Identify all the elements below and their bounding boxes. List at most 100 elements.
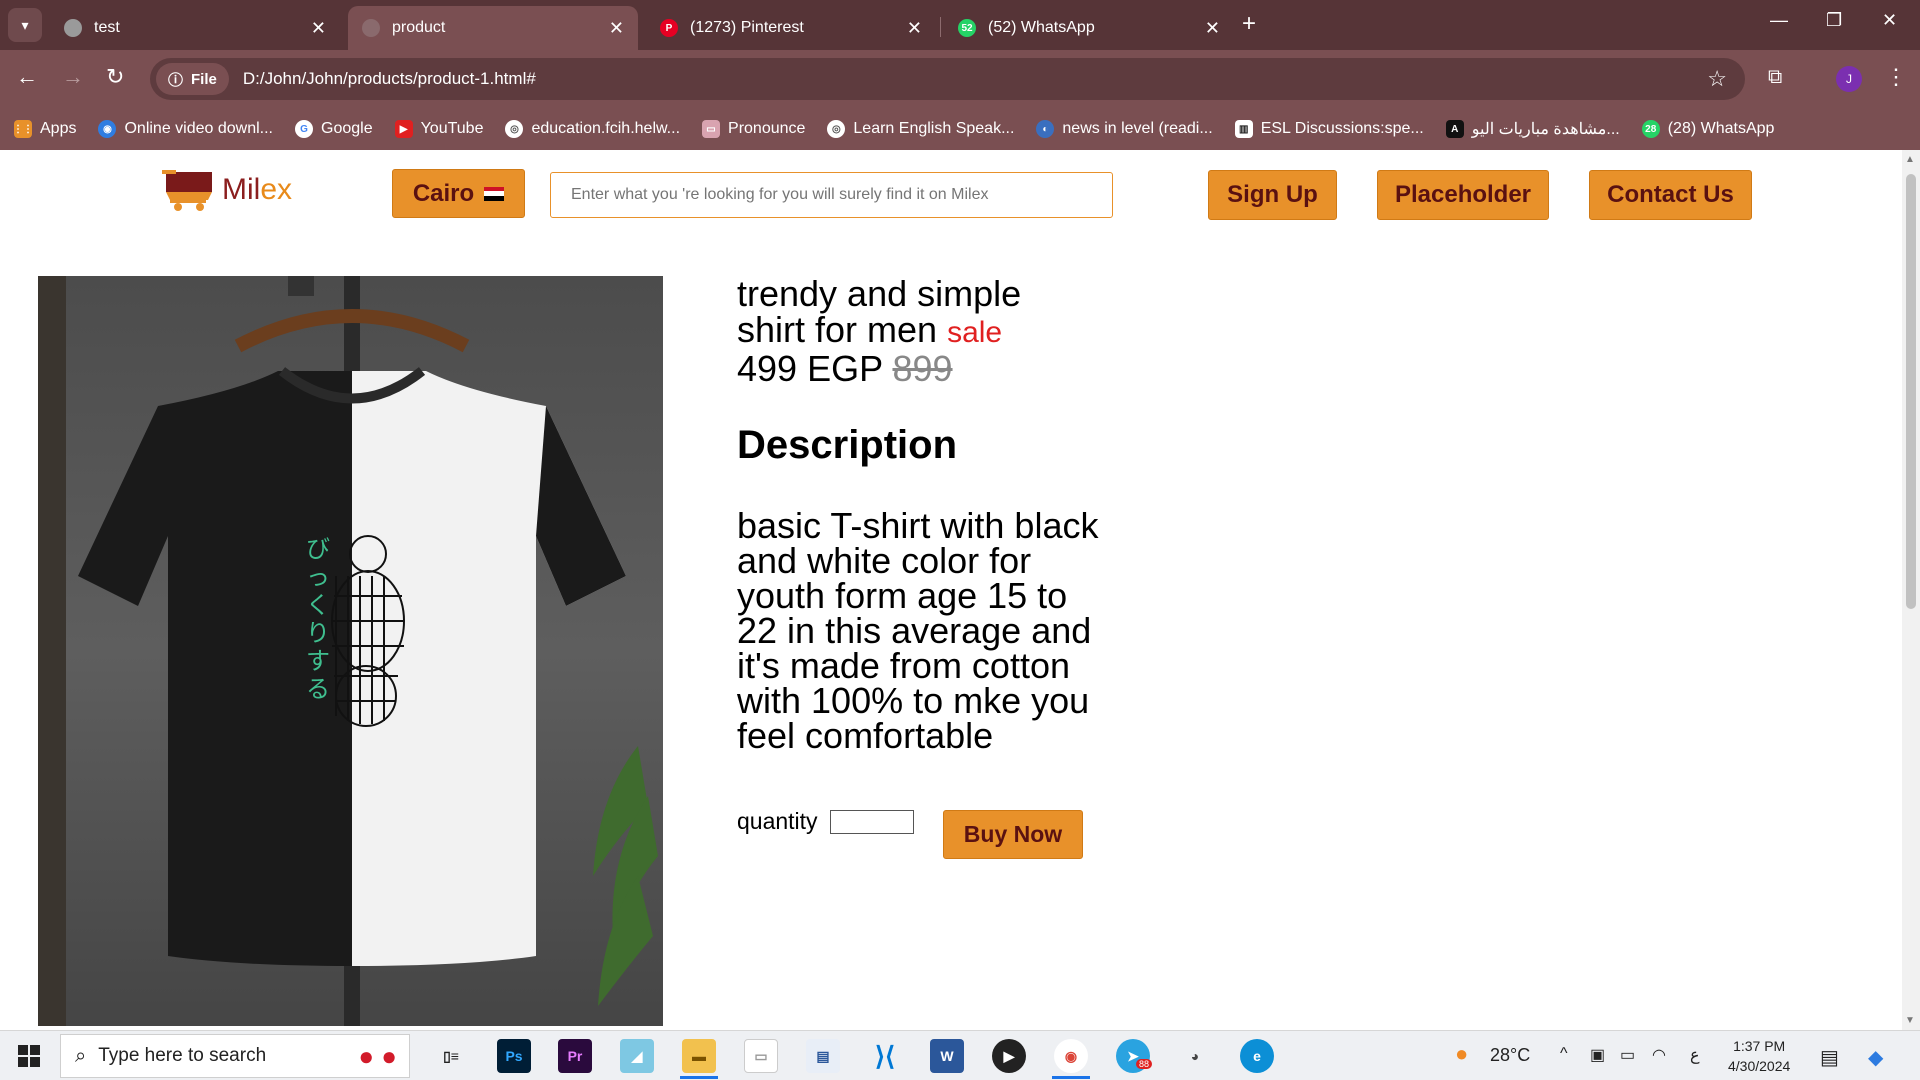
google-icon: G <box>295 120 313 138</box>
weather-icon: ● <box>1455 1041 1469 1066</box>
bookmark-sports[interactable]: A مشاهدة مباريات اليو... <box>1445 119 1620 139</box>
input-language[interactable]: ع <box>1690 1045 1700 1065</box>
edge-icon[interactable]: e <box>1240 1039 1274 1073</box>
site-info-chip[interactable]: ⓘ File <box>156 63 229 95</box>
product-price: 499 EGP <box>737 348 883 389</box>
clock[interactable]: 1:37 PM 4/30/2024 <box>1728 1036 1790 1076</box>
bookmark-video-downloader[interactable]: ◉ Online video downl... <box>98 120 273 138</box>
app-icon[interactable]: ◢ <box>620 1039 654 1073</box>
city-label: Cairo <box>412 179 475 207</box>
copilot-icon[interactable]: ◆ <box>1868 1045 1883 1070</box>
clock-date: 4/30/2024 <box>1728 1058 1791 1074</box>
logo-wordmark: Milex <box>222 173 292 207</box>
media-player-icon[interactable]: ▶ <box>992 1039 1026 1073</box>
tab-title: (1273) Pinterest <box>690 19 804 36</box>
egypt-flag-icon <box>484 186 505 201</box>
contact-us-button[interactable]: Contact Us <box>1589 170 1752 220</box>
tab-product[interactable]: product ✕ <box>348 6 638 50</box>
sale-badge: sale <box>947 316 1003 349</box>
esl-icon: ▥ <box>1234 120 1253 138</box>
tray-chevron-icon[interactable]: ^ <box>1560 1045 1568 1063</box>
site-logo[interactable]: Milex <box>160 168 292 212</box>
bookmark-pronounce[interactable]: ▭ Pronounce <box>702 120 805 138</box>
extensions-icon[interactable]: ⧉ <box>1768 66 1782 89</box>
close-icon[interactable]: ✕ <box>311 18 326 39</box>
tab-pinterest[interactable]: P (1273) Pinterest ✕ <box>646 6 936 50</box>
tab-test[interactable]: test ✕ <box>50 6 340 50</box>
scroll-up-icon[interactable]: ▲ <box>1905 154 1915 165</box>
forward-icon[interactable]: → <box>62 64 84 90</box>
close-icon[interactable]: ✕ <box>609 18 624 39</box>
url-text[interactable]: D:/John/John/products/product-1.html# <box>243 69 536 89</box>
minimize-icon[interactable]: — <box>1770 10 1788 31</box>
tab-title: product <box>392 19 446 36</box>
taskbar-search-box[interactable]: ⌕ Type here to search ● ● <box>60 1034 410 1078</box>
bookmark-label: ESL Discussions:spe... <box>1260 120 1424 137</box>
new-tab-button[interactable]: + <box>1242 10 1256 38</box>
bookmark-label: news in level (readi... <box>1062 120 1213 137</box>
document-icon[interactable]: ▤ <box>806 1039 840 1073</box>
product-image: びっくりする <box>38 276 663 1026</box>
bookmark-label: Online video downl... <box>124 120 273 137</box>
bookmark-star-icon[interactable]: ☆ <box>1707 66 1727 92</box>
close-icon[interactable]: ✕ <box>907 18 922 39</box>
globe-icon <box>64 19 82 37</box>
description-heading: Description <box>737 423 958 467</box>
bookmark-label: Learn English Speak... <box>853 120 1015 137</box>
close-icon[interactable]: ✕ <box>1205 18 1220 39</box>
quantity-input[interactable] <box>829 809 914 834</box>
wifi-icon[interactable]: ◠ <box>1652 1045 1666 1065</box>
file-explorer-icon[interactable]: ▬ <box>682 1039 716 1073</box>
globe-icon: ◎ <box>827 120 846 138</box>
notifications-icon[interactable]: ▤ <box>1820 1045 1839 1070</box>
bookmark-label: (28) WhatsApp <box>1667 120 1775 137</box>
cart-logo-icon <box>162 170 212 211</box>
bookmark-label: YouTube <box>420 120 484 137</box>
chrome-icon[interactable]: ◉ <box>1054 1039 1088 1073</box>
battery-icon[interactable]: ▭ <box>1620 1045 1635 1065</box>
telegram-badge: 88 <box>1136 1059 1153 1069</box>
bookmark-education[interactable]: ◎ education.fcih.helw... <box>505 120 680 138</box>
product-info: trendy and simple shirt for men sale 499… <box>737 273 1117 754</box>
search-input[interactable]: Enter what you 're looking for you will … <box>550 172 1113 218</box>
premiere-icon[interactable]: Pr <box>558 1039 592 1073</box>
page-scrollbar[interactable]: ▲ ▼ <box>1902 150 1920 1030</box>
weather-temp[interactable]: 28°C <box>1490 1045 1530 1066</box>
photoshop-icon[interactable]: Ps <box>497 1039 531 1073</box>
scroll-down-icon[interactable]: ▼ <box>1905 1015 1915 1026</box>
address-bar[interactable]: ⓘ File D:/John/John/products/product-1.h… <box>150 58 1745 100</box>
placeholder-button[interactable]: Placeholder <box>1377 170 1549 220</box>
meet-now-icon[interactable]: ▣ <box>1590 1045 1605 1065</box>
bookmark-apps[interactable]: ⋮⋮ Apps <box>13 120 76 138</box>
menu-kebab-icon[interactable]: ⋮ <box>1885 64 1907 90</box>
product-title-line1: trendy and simple <box>737 273 1022 314</box>
bookmark-youtube[interactable]: ▶ YouTube <box>394 120 484 138</box>
buy-now-button[interactable]: Buy Now <box>943 810 1083 859</box>
pinterest-icon: P <box>660 19 678 37</box>
city-selector-button[interactable]: Cairo <box>392 169 525 218</box>
word-icon[interactable]: W <box>930 1039 964 1073</box>
site-info-label: File <box>191 70 217 88</box>
sign-up-button[interactable]: Sign Up <box>1208 170 1337 220</box>
profile-avatar[interactable]: J <box>1836 66 1862 92</box>
windows-start-icon[interactable] <box>18 1045 40 1067</box>
scroll-thumb[interactable] <box>1906 174 1916 609</box>
tab-search-button[interactable]: ▾ <box>8 8 42 42</box>
restore-icon[interactable]: ❐ <box>1826 10 1842 31</box>
task-view-icon[interactable]: ▯≡ <box>434 1039 468 1073</box>
app-icon[interactable]: ◕ <box>1178 1039 1212 1073</box>
notepad-icon[interactable]: ▭ <box>744 1039 778 1073</box>
bookmark-news-in-level[interactable]: ◐ news in level (readi... <box>1036 120 1213 138</box>
reload-icon[interactable]: ↻ <box>106 64 124 90</box>
bookmark-learn-english[interactable]: ◎ Learn English Speak... <box>827 120 1014 138</box>
news-icon: ◐ <box>1036 120 1055 138</box>
bookmark-google[interactable]: G Google <box>295 120 373 138</box>
bookmark-esl-discussions[interactable]: ▥ ESL Discussions:spe... <box>1234 120 1424 138</box>
bookmark-whatsapp[interactable]: 28 (28) WhatsApp <box>1641 120 1775 138</box>
tab-whatsapp[interactable]: 52 (52) WhatsApp ✕ <box>944 6 1234 50</box>
tab-separator <box>940 17 941 37</box>
vscode-icon[interactable]: ⟩⟨ <box>868 1039 902 1073</box>
window-close-icon[interactable]: ✕ <box>1882 10 1897 31</box>
back-icon[interactable]: ← <box>16 64 38 90</box>
strawberry-icon: ● ● <box>358 1041 397 1071</box>
